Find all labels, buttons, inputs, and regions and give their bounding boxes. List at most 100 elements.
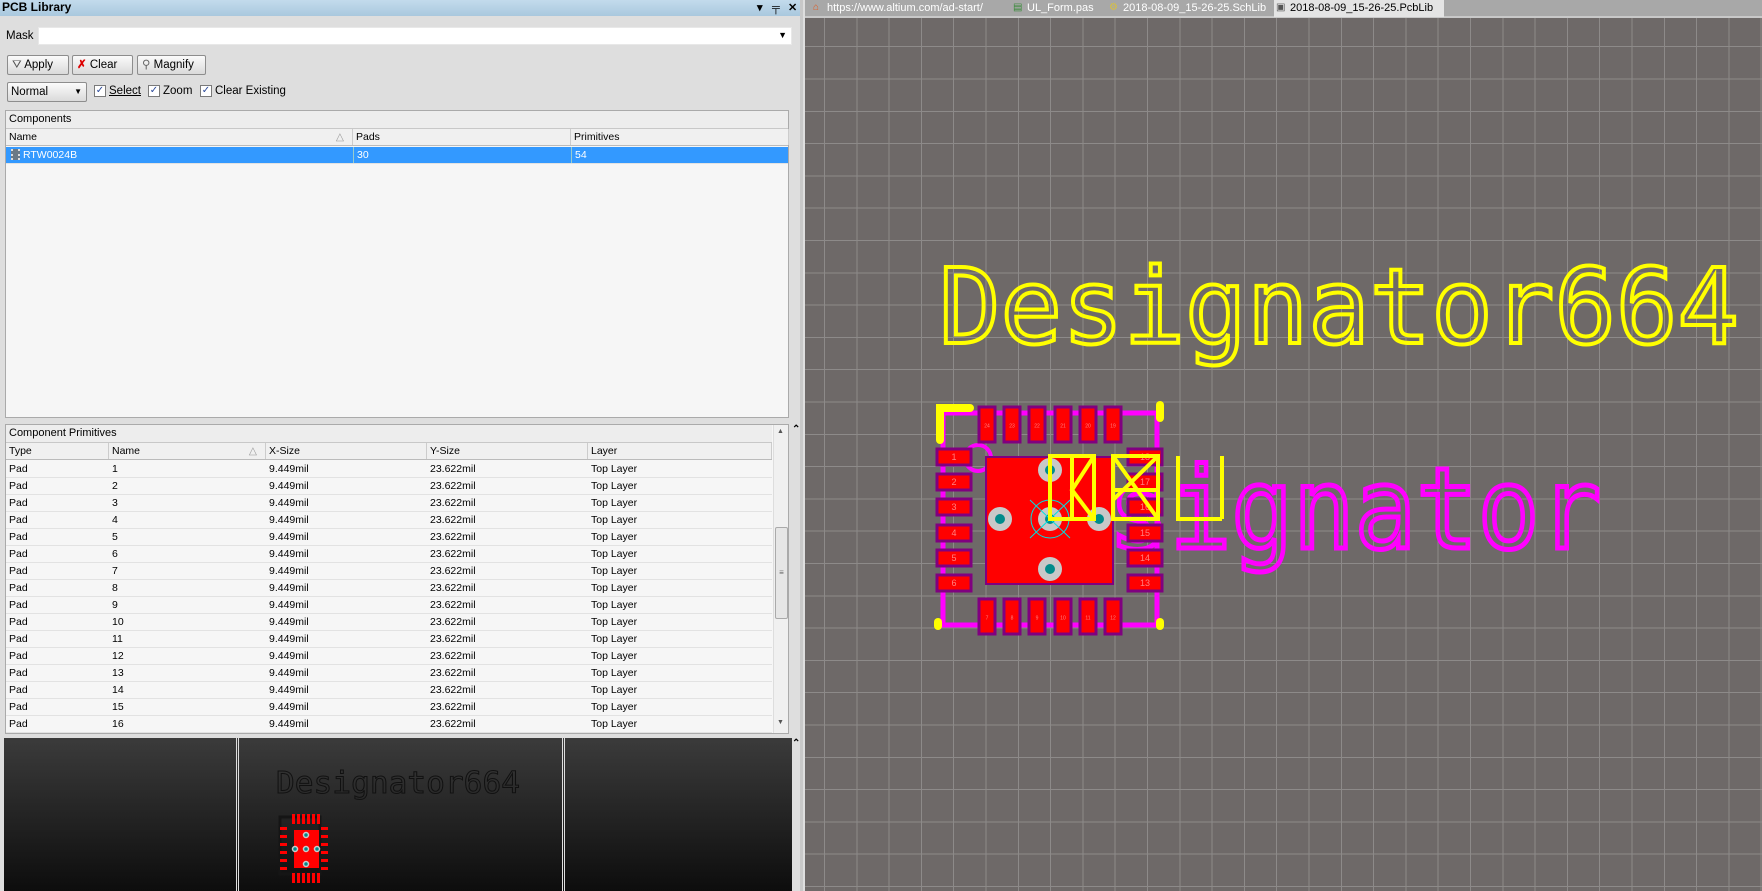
cell-y-size: 23.622mil — [430, 684, 476, 696]
magnify-button[interactable]: ⚲ Magnify — [137, 55, 206, 75]
preview-via — [302, 831, 310, 839]
column-header-name[interactable]: Name △ — [109, 443, 266, 459]
cell-x-size: 9.449mil — [269, 582, 309, 594]
pcb-editor-canvas[interactable] — [805, 0, 1762, 891]
cell-type: Pad — [9, 514, 28, 526]
table-row[interactable]: Pad 16 9.449mil 23.622mil Top Layer — [6, 716, 772, 733]
table-row[interactable]: Pad 14 9.449mil 23.622mil Top Layer — [6, 682, 772, 699]
table-row[interactable]: Pad 11 9.449mil 23.622mil Top Layer — [6, 631, 772, 648]
panel-splitter[interactable] — [800, 0, 803, 891]
table-row[interactable]: Pad 3 9.449mil 23.622mil Top Layer — [6, 495, 772, 512]
column-header-name[interactable]: Name △ — [6, 129, 353, 145]
select-checkbox[interactable]: ✓ — [94, 85, 106, 97]
zoom-checkbox[interactable]: ✓ — [148, 85, 160, 97]
column-header-type[interactable]: Type — [6, 443, 109, 459]
cell-y-size: 23.622mil — [430, 633, 476, 645]
cell-name: 3 — [112, 497, 118, 509]
cell-name: 13 — [112, 667, 124, 679]
cell-y-size: 23.622mil — [430, 701, 476, 713]
cell-type: Pad — [9, 650, 28, 662]
component-pads: 30 — [353, 147, 369, 163]
table-row[interactable]: Pad 8 9.449mil 23.622mil Top Layer — [6, 580, 772, 597]
table-row[interactable]: Pad 10 9.449mil 23.622mil Top Layer — [6, 614, 772, 631]
preview-pad — [321, 827, 328, 830]
cell-name: 15 — [112, 701, 124, 713]
cell-y-size: 23.622mil — [430, 667, 476, 679]
tab-label: 2018-08-09_15-26-25.SchLib — [1123, 2, 1267, 14]
cell-x-size: 9.449mil — [269, 463, 309, 475]
cell-x-size: 9.449mil — [269, 616, 309, 628]
mode-select[interactable]: Normal ▼ — [7, 82, 87, 102]
column-header-layer[interactable]: Layer — [588, 443, 772, 459]
cell-name: 8 — [112, 582, 118, 594]
tab-pcblib[interactable]: ▣ 2018-08-09_15-26-25.PcbLib — [1274, 0, 1444, 17]
preview-pad — [280, 827, 287, 830]
preview-pad — [280, 835, 287, 838]
apply-label: Apply — [24, 59, 54, 71]
table-row[interactable]: Pad 15 9.449mil 23.622mil Top Layer — [6, 699, 772, 716]
cell-type: Pad — [9, 565, 28, 577]
table-row[interactable]: RTW0024B 30 54 — [6, 147, 788, 164]
cell-type: Pad — [9, 616, 28, 628]
primitives-title: Component Primitives — [6, 425, 772, 443]
cell-y-size: 23.622mil — [430, 531, 476, 543]
dropdown-icon[interactable]: ▾ — [757, 1, 763, 15]
tab-label: 2018-08-09_15-26-25.PcbLib — [1290, 2, 1434, 14]
cell-x-size: 9.449mil — [269, 599, 309, 611]
table-row[interactable]: Pad 2 9.449mil 23.622mil Top Layer — [6, 478, 772, 495]
cell-name: 2 — [112, 480, 118, 492]
close-icon[interactable]: ✕ — [788, 1, 797, 15]
preview-pad — [302, 814, 305, 824]
cell-layer: Top Layer — [591, 718, 638, 730]
table-row[interactable]: Pad 4 9.449mil 23.622mil Top Layer — [6, 512, 772, 529]
filter-icon: ⛛ — [12, 59, 25, 71]
preview-via — [302, 845, 310, 853]
table-row[interactable]: Pad 6 9.449mil 23.622mil Top Layer — [6, 546, 772, 563]
components-title: Components — [6, 111, 788, 129]
cell-type: Pad — [9, 497, 28, 509]
pin-icon[interactable]: ╤ — [772, 1, 780, 15]
cell-y-size: 23.622mil — [430, 548, 476, 560]
cell-type: Pad — [9, 633, 28, 645]
table-row[interactable]: Pad 9 9.449mil 23.622mil Top Layer — [6, 597, 772, 614]
preview-pad — [302, 873, 305, 883]
cell-name: 4 — [112, 514, 118, 526]
cell-layer: Top Layer — [591, 480, 638, 492]
column-header-y-size[interactable]: Y-Size — [427, 443, 588, 459]
cell-name: 11 — [112, 633, 123, 645]
scroll-up-icon[interactable]: ▲ — [777, 428, 784, 435]
scroll-down-icon[interactable]: ▼ — [777, 719, 784, 726]
clear-button[interactable]: ✗ Clear — [72, 55, 133, 75]
chevron-down-icon: ▼ — [74, 87, 82, 96]
preview-via — [302, 860, 310, 868]
tab-altium-start[interactable]: ⌂ https://www.altium.com/ad-start/ — [811, 0, 1005, 17]
cell-y-size: 23.622mil — [430, 718, 476, 730]
apply-button[interactable]: ⛛ Apply — [7, 55, 69, 75]
cell-layer: Top Layer — [591, 616, 638, 628]
cell-name: 16 — [112, 718, 124, 730]
table-row[interactable]: Pad 13 9.449mil 23.622mil Top Layer — [6, 665, 772, 682]
preview-footprint: Designator664 — [276, 766, 521, 883]
cell-type: Pad — [9, 463, 28, 475]
column-header-x-size[interactable]: X-Size — [266, 443, 427, 459]
tab-ul-form[interactable]: ▤ UL_Form.pas — [1011, 0, 1105, 17]
magnify-label: Magnify — [153, 59, 194, 71]
tab-schlib[interactable]: ⚙ 2018-08-09_15-26-25.SchLib — [1107, 0, 1271, 17]
table-row[interactable]: Pad 1 9.449mil 23.622mil Top Layer — [6, 461, 772, 478]
preview-pad — [297, 814, 300, 824]
cell-x-size: 9.449mil — [269, 565, 309, 577]
table-row[interactable]: Pad 12 9.449mil 23.622mil Top Layer — [6, 648, 772, 665]
mask-input[interactable]: ▼ — [38, 27, 792, 45]
cell-type: Pad — [9, 582, 28, 594]
column-header-pads[interactable]: Pads — [353, 129, 571, 145]
scrollbar-thumb[interactable]: ≡ — [775, 527, 788, 619]
primitives-scrollbar[interactable]: ▲ ≡ ▼ — [773, 425, 788, 733]
cell-layer: Top Layer — [591, 599, 638, 611]
chevron-down-icon[interactable]: ▼ — [778, 30, 787, 40]
clear-label: Clear — [89, 59, 118, 71]
table-row[interactable]: Pad 5 9.449mil 23.622mil Top Layer — [6, 529, 772, 546]
table-row[interactable]: Pad 7 9.449mil 23.622mil Top Layer — [6, 563, 772, 580]
clear-existing-checkbox[interactable]: ✓ — [200, 85, 212, 97]
column-header-primitives[interactable]: Primitives — [571, 129, 789, 145]
cell-y-size: 23.622mil — [430, 497, 476, 509]
